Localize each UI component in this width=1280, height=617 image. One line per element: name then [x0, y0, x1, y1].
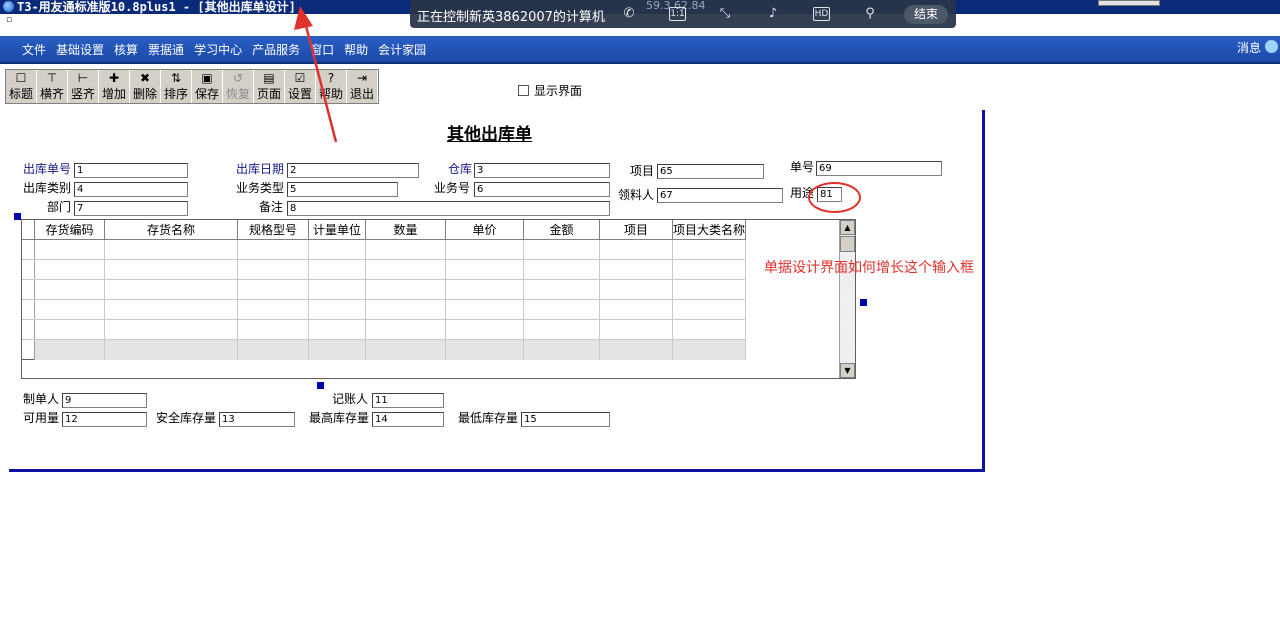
safe-stock-label[interactable]: 安全库存量: [156, 409, 216, 426]
out-date-field[interactable]: 2: [287, 163, 419, 178]
grid-header: 存货编码 存货名称 规格型号 计量单位 数量 单价 金额 项目 项目大类名称: [22, 220, 746, 240]
annotation-circle: [808, 182, 861, 213]
remark-label[interactable]: 备注: [259, 198, 283, 215]
table-row[interactable]: [22, 300, 746, 320]
phone-icon[interactable]: ✆: [620, 5, 638, 22]
table-row[interactable]: [22, 260, 746, 280]
max-stock-label[interactable]: 最高库存量: [309, 409, 369, 426]
annotation-arrow: [294, 6, 338, 143]
table-row[interactable]: [22, 280, 746, 300]
receiver-label[interactable]: 领料人: [618, 186, 654, 203]
warehouse-label[interactable]: 仓库: [448, 160, 472, 177]
remark-field[interactable]: 8: [287, 201, 610, 216]
grid-column-line: [237, 240, 238, 360]
scroll-thumb[interactable]: [840, 236, 855, 252]
detail-grid[interactable]: 存货编码 存货名称 规格型号 计量单位 数量 单价 金额 项目 项目大类名称 ▲ ▼: [21, 219, 856, 379]
show-ui-checkbox[interactable]: 显示界面: [518, 82, 582, 99]
doc-no-label[interactable]: 单号: [790, 158, 814, 175]
shrink-icon[interactable]: ⤡: [716, 5, 734, 22]
grid-column-line: [599, 240, 600, 360]
grid-column-header[interactable]: 项目: [600, 220, 673, 240]
grid-column-header[interactable]: 项目大类名称: [673, 220, 746, 240]
volume-icon[interactable]: ♪: [764, 5, 782, 22]
safe-stock-field[interactable]: 13: [219, 412, 295, 427]
checkbox-icon[interactable]: [518, 85, 529, 96]
maker-field[interactable]: 9: [62, 393, 147, 408]
max-stock-field[interactable]: 14: [372, 412, 444, 427]
table-row[interactable]: [22, 240, 746, 260]
grid-column-line: [445, 240, 446, 360]
grid-column-line: [672, 240, 673, 360]
message-link[interactable]: 消息: [1237, 39, 1261, 56]
page-title[interactable]: 其他出库单: [447, 120, 532, 145]
grid-column-header[interactable]: 存货名称: [105, 220, 238, 240]
grid-column-header[interactable]: 存货编码: [35, 220, 105, 240]
grid-column-line: [365, 240, 366, 360]
project-label[interactable]: 项目: [630, 162, 654, 179]
grid-column-line: [745, 240, 746, 360]
hd-icon[interactable]: HD: [813, 7, 830, 21]
bookkeeper-field[interactable]: 11: [372, 393, 444, 408]
scroll-up-icon[interactable]: ▲: [840, 220, 855, 235]
out-no-label[interactable]: 出库单号: [23, 160, 71, 177]
grid-column-header[interactable]: 单价: [446, 220, 524, 240]
receiver-field[interactable]: 67: [657, 188, 783, 203]
table-row[interactable]: [22, 320, 746, 340]
biz-no-label[interactable]: 业务号: [434, 179, 470, 196]
grid-column-line: [523, 240, 524, 360]
title-bar-control[interactable]: [1098, 0, 1160, 6]
grid-scrollbar[interactable]: ▲ ▼: [839, 220, 855, 378]
pin-icon[interactable]: ⚲: [861, 5, 879, 22]
available-label[interactable]: 可用量: [23, 409, 59, 426]
ratio-icon[interactable]: 1:1: [669, 7, 686, 21]
dept-field[interactable]: 7: [74, 201, 188, 216]
remote-control-bar: 正在控制新英3862007的计算机 59.3 62.84 ✆ 1:1 ⤡ ♪ H…: [410, 0, 956, 28]
grid-column-header[interactable]: 计量单位: [309, 220, 366, 240]
selection-handle[interactable]: [317, 382, 324, 389]
grid-column-line: [104, 240, 105, 360]
project-field[interactable]: 65: [657, 164, 764, 179]
remote-status: 正在控制新英3862007的计算机: [417, 10, 605, 25]
selection-handle[interactable]: [860, 299, 867, 306]
maker-label[interactable]: 制单人: [23, 390, 59, 407]
out-type-label[interactable]: 出库类别: [23, 179, 71, 196]
doc-no-field[interactable]: 69: [816, 161, 942, 176]
grid-corner-cell: [22, 220, 35, 240]
dept-label[interactable]: 部门: [47, 198, 71, 215]
message-icon[interactable]: [1265, 40, 1278, 53]
biz-type-field[interactable]: 5: [287, 182, 398, 197]
out-type-field[interactable]: 4: [74, 182, 188, 197]
selection-handle[interactable]: [14, 213, 21, 220]
end-button[interactable]: 结束: [904, 5, 948, 24]
grid-body: 存货编码 存货名称 规格型号 计量单位 数量 单价 金额 项目 项目大类名称: [22, 220, 746, 360]
scroll-down-icon[interactable]: ▼: [840, 363, 855, 378]
min-stock-field[interactable]: 15: [521, 412, 610, 427]
arrow-head: [294, 6, 313, 30]
biz-no-field[interactable]: 6: [474, 182, 610, 197]
bookkeeper-label[interactable]: 记账人: [332, 390, 368, 407]
show-ui-label: 显示界面: [534, 84, 583, 98]
arrow-shaft: [302, 17, 338, 143]
out-no-field[interactable]: 1: [74, 163, 188, 178]
grid-column-header[interactable]: 金额: [524, 220, 600, 240]
biz-type-label[interactable]: 业务类型: [236, 179, 284, 196]
out-date-label[interactable]: 出库日期: [236, 160, 284, 177]
annotation-note: 单据设计界面如何增长这个输入框: [764, 260, 974, 276]
grid-column-header[interactable]: 数量: [366, 220, 446, 240]
available-field[interactable]: 12: [62, 412, 147, 427]
grid-column-line: [308, 240, 309, 360]
min-stock-label[interactable]: 最低库存量: [458, 409, 518, 426]
warehouse-field[interactable]: 3: [474, 163, 610, 178]
grid-column-header[interactable]: 规格型号: [238, 220, 309, 240]
grid-total-row: [35, 340, 746, 360]
